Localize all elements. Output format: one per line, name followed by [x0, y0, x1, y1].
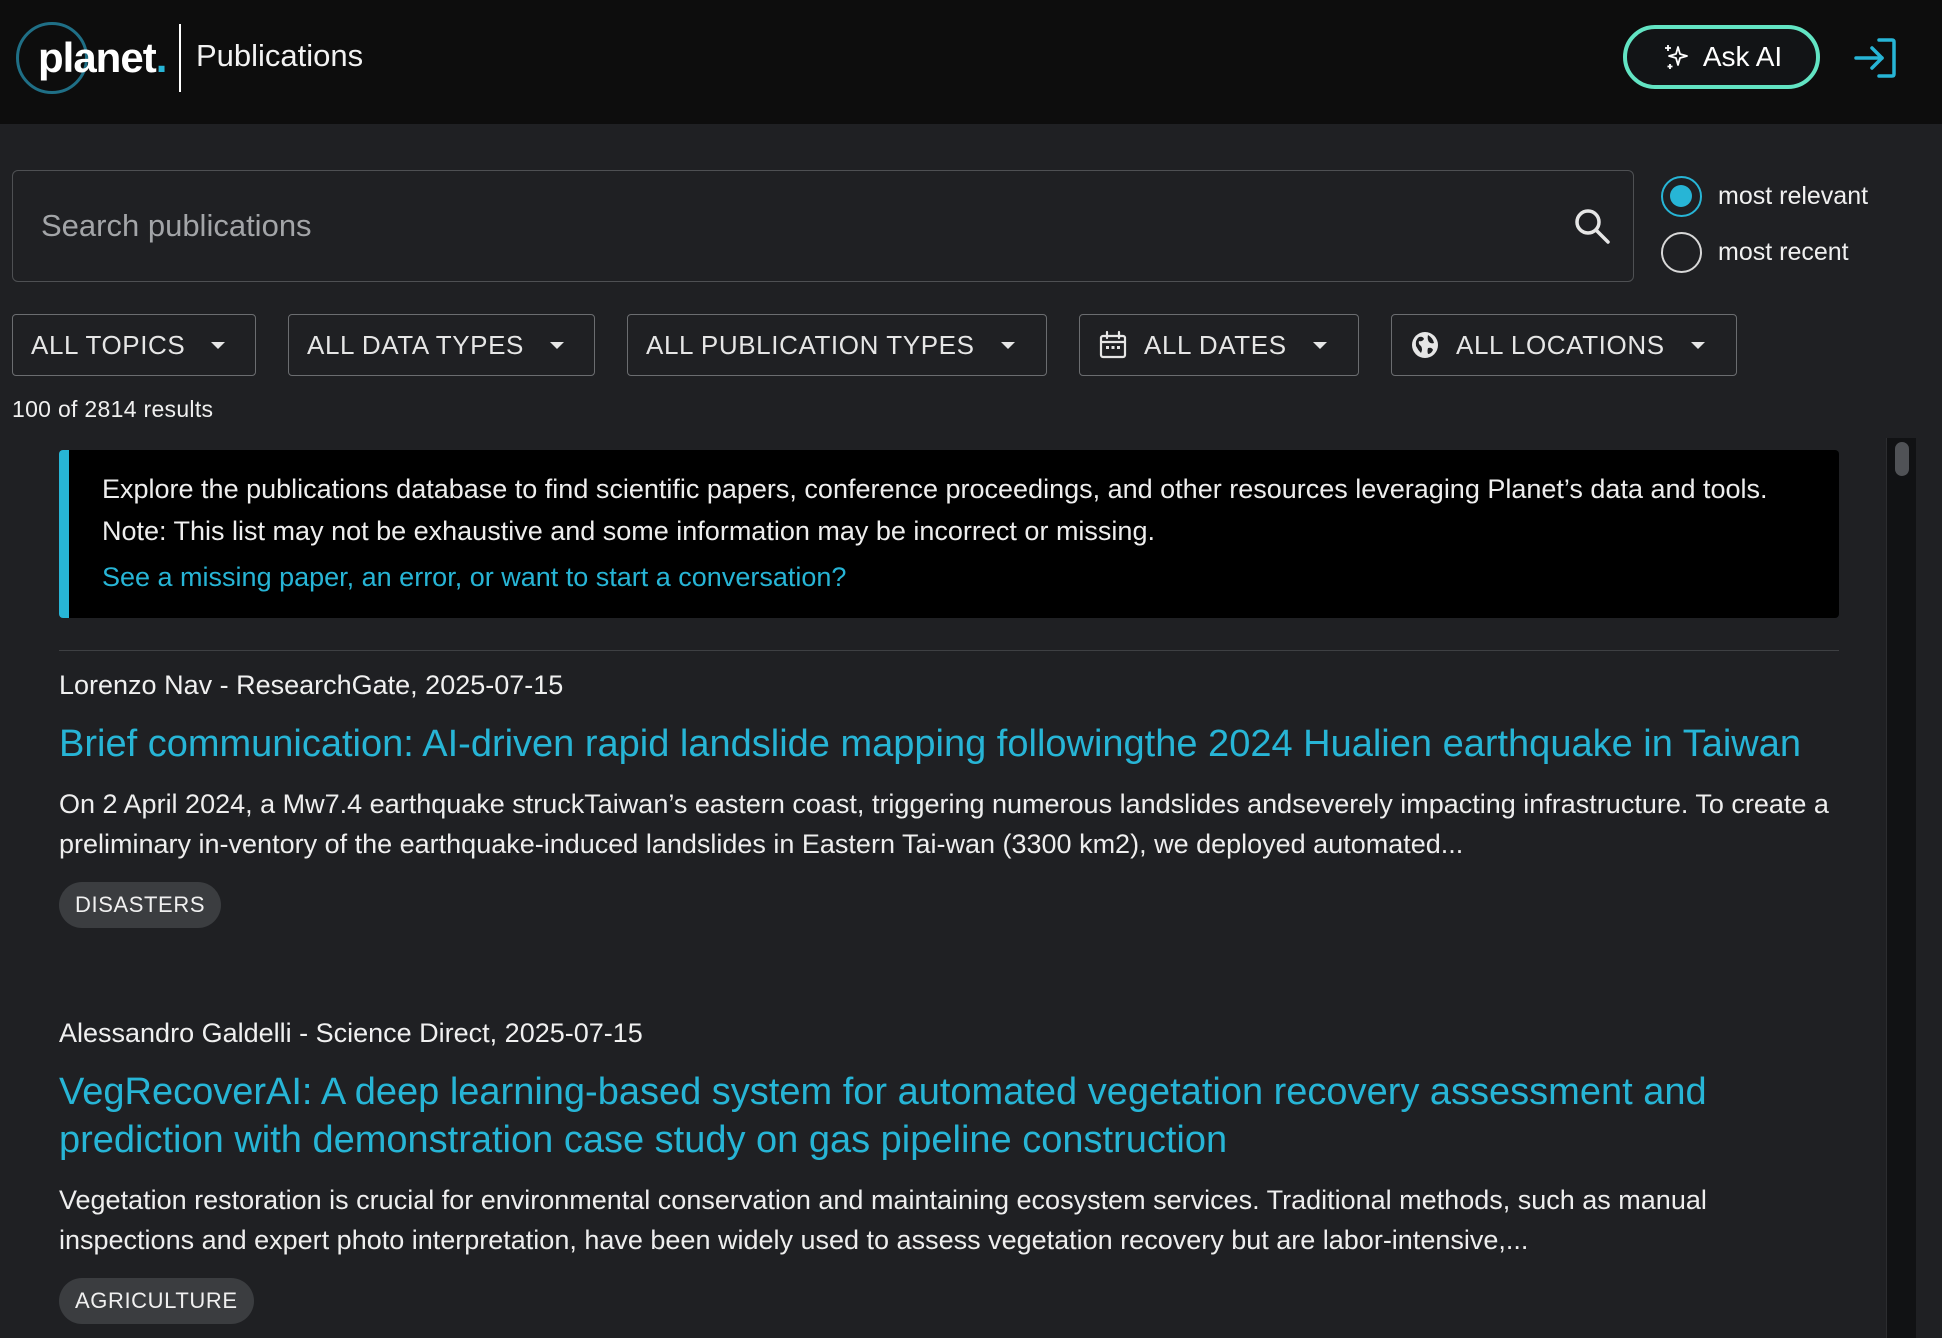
scrollbar-thumb[interactable]: [1895, 442, 1909, 476]
ask-ai-label: Ask AI: [1702, 41, 1783, 72]
logo-text: planet.: [38, 34, 167, 81]
logo-divider: [179, 24, 181, 92]
publication-abstract: Vegetation restoration is crucial for en…: [59, 1185, 1707, 1255]
search-box: [12, 170, 1634, 282]
filter-dates[interactable]: ALL DATES: [1079, 314, 1359, 376]
scrollbar-track[interactable]: [1886, 438, 1916, 1338]
publication-item: Lorenzo Nav - ResearchGate, 2025-07-15 B…: [59, 670, 1839, 928]
caret-down-icon: [1690, 341, 1705, 349]
results-count: 100 of 2814 results: [12, 396, 214, 422]
publication-item: Alessandro Galdelli - Science Direct, 20…: [59, 1018, 1839, 1324]
page-title: Publications: [196, 38, 364, 73]
filter-label: ALL TOPICS: [31, 329, 186, 360]
caret-down-icon: [211, 341, 226, 349]
caret-down-icon: [1000, 341, 1015, 349]
top-bar: planet. Publications Ask AI: [0, 0, 1942, 124]
publication-abstract: On 2 April 2024, a Mw7.4 earthquake stru…: [59, 789, 1829, 859]
caret-down-icon: [549, 341, 564, 349]
missing-paper-link[interactable]: See a missing paper, an error, or want t…: [102, 562, 846, 593]
topic-tag[interactable]: AGRICULTURE: [59, 1278, 254, 1324]
calendar-icon: [1099, 330, 1127, 359]
sparkle-icon: [1664, 45, 1688, 69]
globe-icon: [1412, 332, 1438, 358]
search-icon[interactable]: [1570, 204, 1616, 250]
topic-tag[interactable]: DISASTERS: [59, 882, 222, 928]
publication-meta: Lorenzo Nav - ResearchGate, 2025-07-15: [59, 670, 564, 700]
divider: [59, 650, 1839, 651]
planet-logo[interactable]: planet.: [16, 20, 167, 96]
filter-label: ALL DATA TYPES: [307, 329, 524, 360]
filter-data-types[interactable]: ALL DATA TYPES: [288, 314, 595, 376]
ask-ai-button[interactable]: Ask AI: [1623, 25, 1820, 89]
publication-meta: Alessandro Galdelli - Science Direct, 20…: [59, 1018, 643, 1048]
info-banner: Explore the publications database to fin…: [59, 450, 1839, 618]
sort-label: most relevant: [1718, 182, 1869, 210]
publication-title-link[interactable]: Brief communication: AI-driven rapid lan…: [59, 720, 1839, 768]
filter-topics[interactable]: ALL TOPICS: [12, 314, 256, 376]
filter-locations[interactable]: ALL LOCATIONS: [1391, 314, 1737, 376]
search-input[interactable]: [41, 201, 1541, 251]
sort-label: most recent: [1718, 238, 1849, 266]
radio-selected[interactable]: [1661, 176, 1702, 217]
publication-title-link[interactable]: VegRecoverAI: A deep learning-based syst…: [59, 1068, 1839, 1164]
sort-most-recent[interactable]: most recent: [1661, 232, 1849, 273]
caret-down-icon: [1312, 341, 1327, 349]
login-icon[interactable]: [1852, 36, 1898, 80]
info-banner-text: Explore the publications database to fin…: [102, 474, 1768, 546]
filter-label: ALL DATES: [1144, 329, 1287, 360]
filter-label: ALL LOCATIONS: [1456, 329, 1665, 360]
sort-most-relevant[interactable]: most relevant: [1661, 176, 1868, 217]
radio-unselected[interactable]: [1661, 232, 1702, 273]
filter-label: ALL PUBLICATION TYPES: [646, 329, 975, 360]
filter-publication-types[interactable]: ALL PUBLICATION TYPES: [627, 314, 1047, 376]
